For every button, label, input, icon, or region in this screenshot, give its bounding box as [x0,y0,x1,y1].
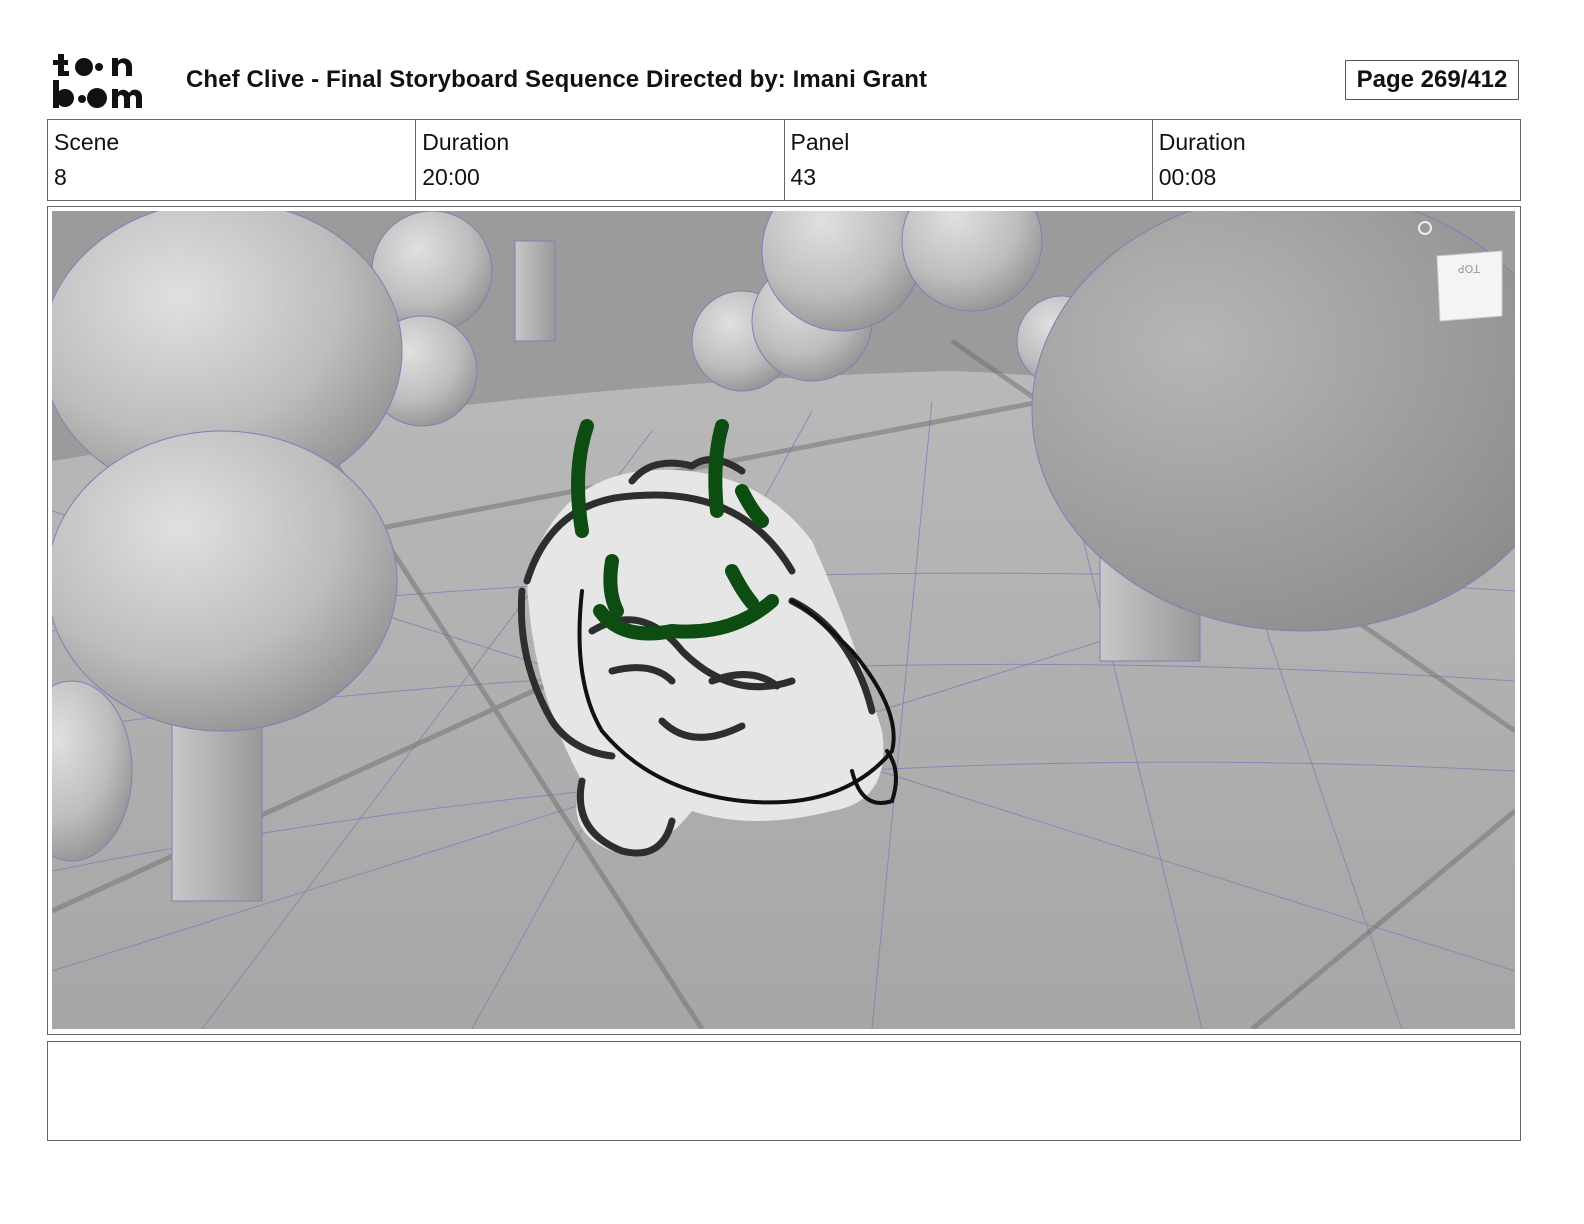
info-label: Duration [422,129,510,155]
info-label: Scene [54,129,120,155]
document-title: Chef Clive - Final Storyboard Sequence D… [186,66,928,93]
toon-boom-logo [53,54,143,108]
info-value: 20:00 [422,164,480,190]
scene-info-table: Scene 8 Duration 20:00 Panel 43 Duration… [47,119,1521,201]
info-cell-panel-duration: Duration 00:08 [1153,120,1520,200]
info-value: 8 [54,164,67,190]
storyboard-panel: TOP [47,206,1521,1035]
page-number: Page 269/412 [1345,60,1519,100]
info-label: Panel [790,129,850,155]
info-value: 00:08 [1158,164,1217,190]
info-cell-panel: Panel 43 [785,120,1153,200]
info-value: 43 [790,164,817,190]
panel-notes [47,1041,1521,1141]
info-label: Duration [1158,129,1246,155]
info-cell-scene-duration: Duration 20:00 [416,120,785,200]
info-cell-scene: Scene 8 [48,120,417,200]
svg-text:TOP: TOP [1458,262,1481,275]
storyboard-sketch: TOP [52,211,1515,1029]
